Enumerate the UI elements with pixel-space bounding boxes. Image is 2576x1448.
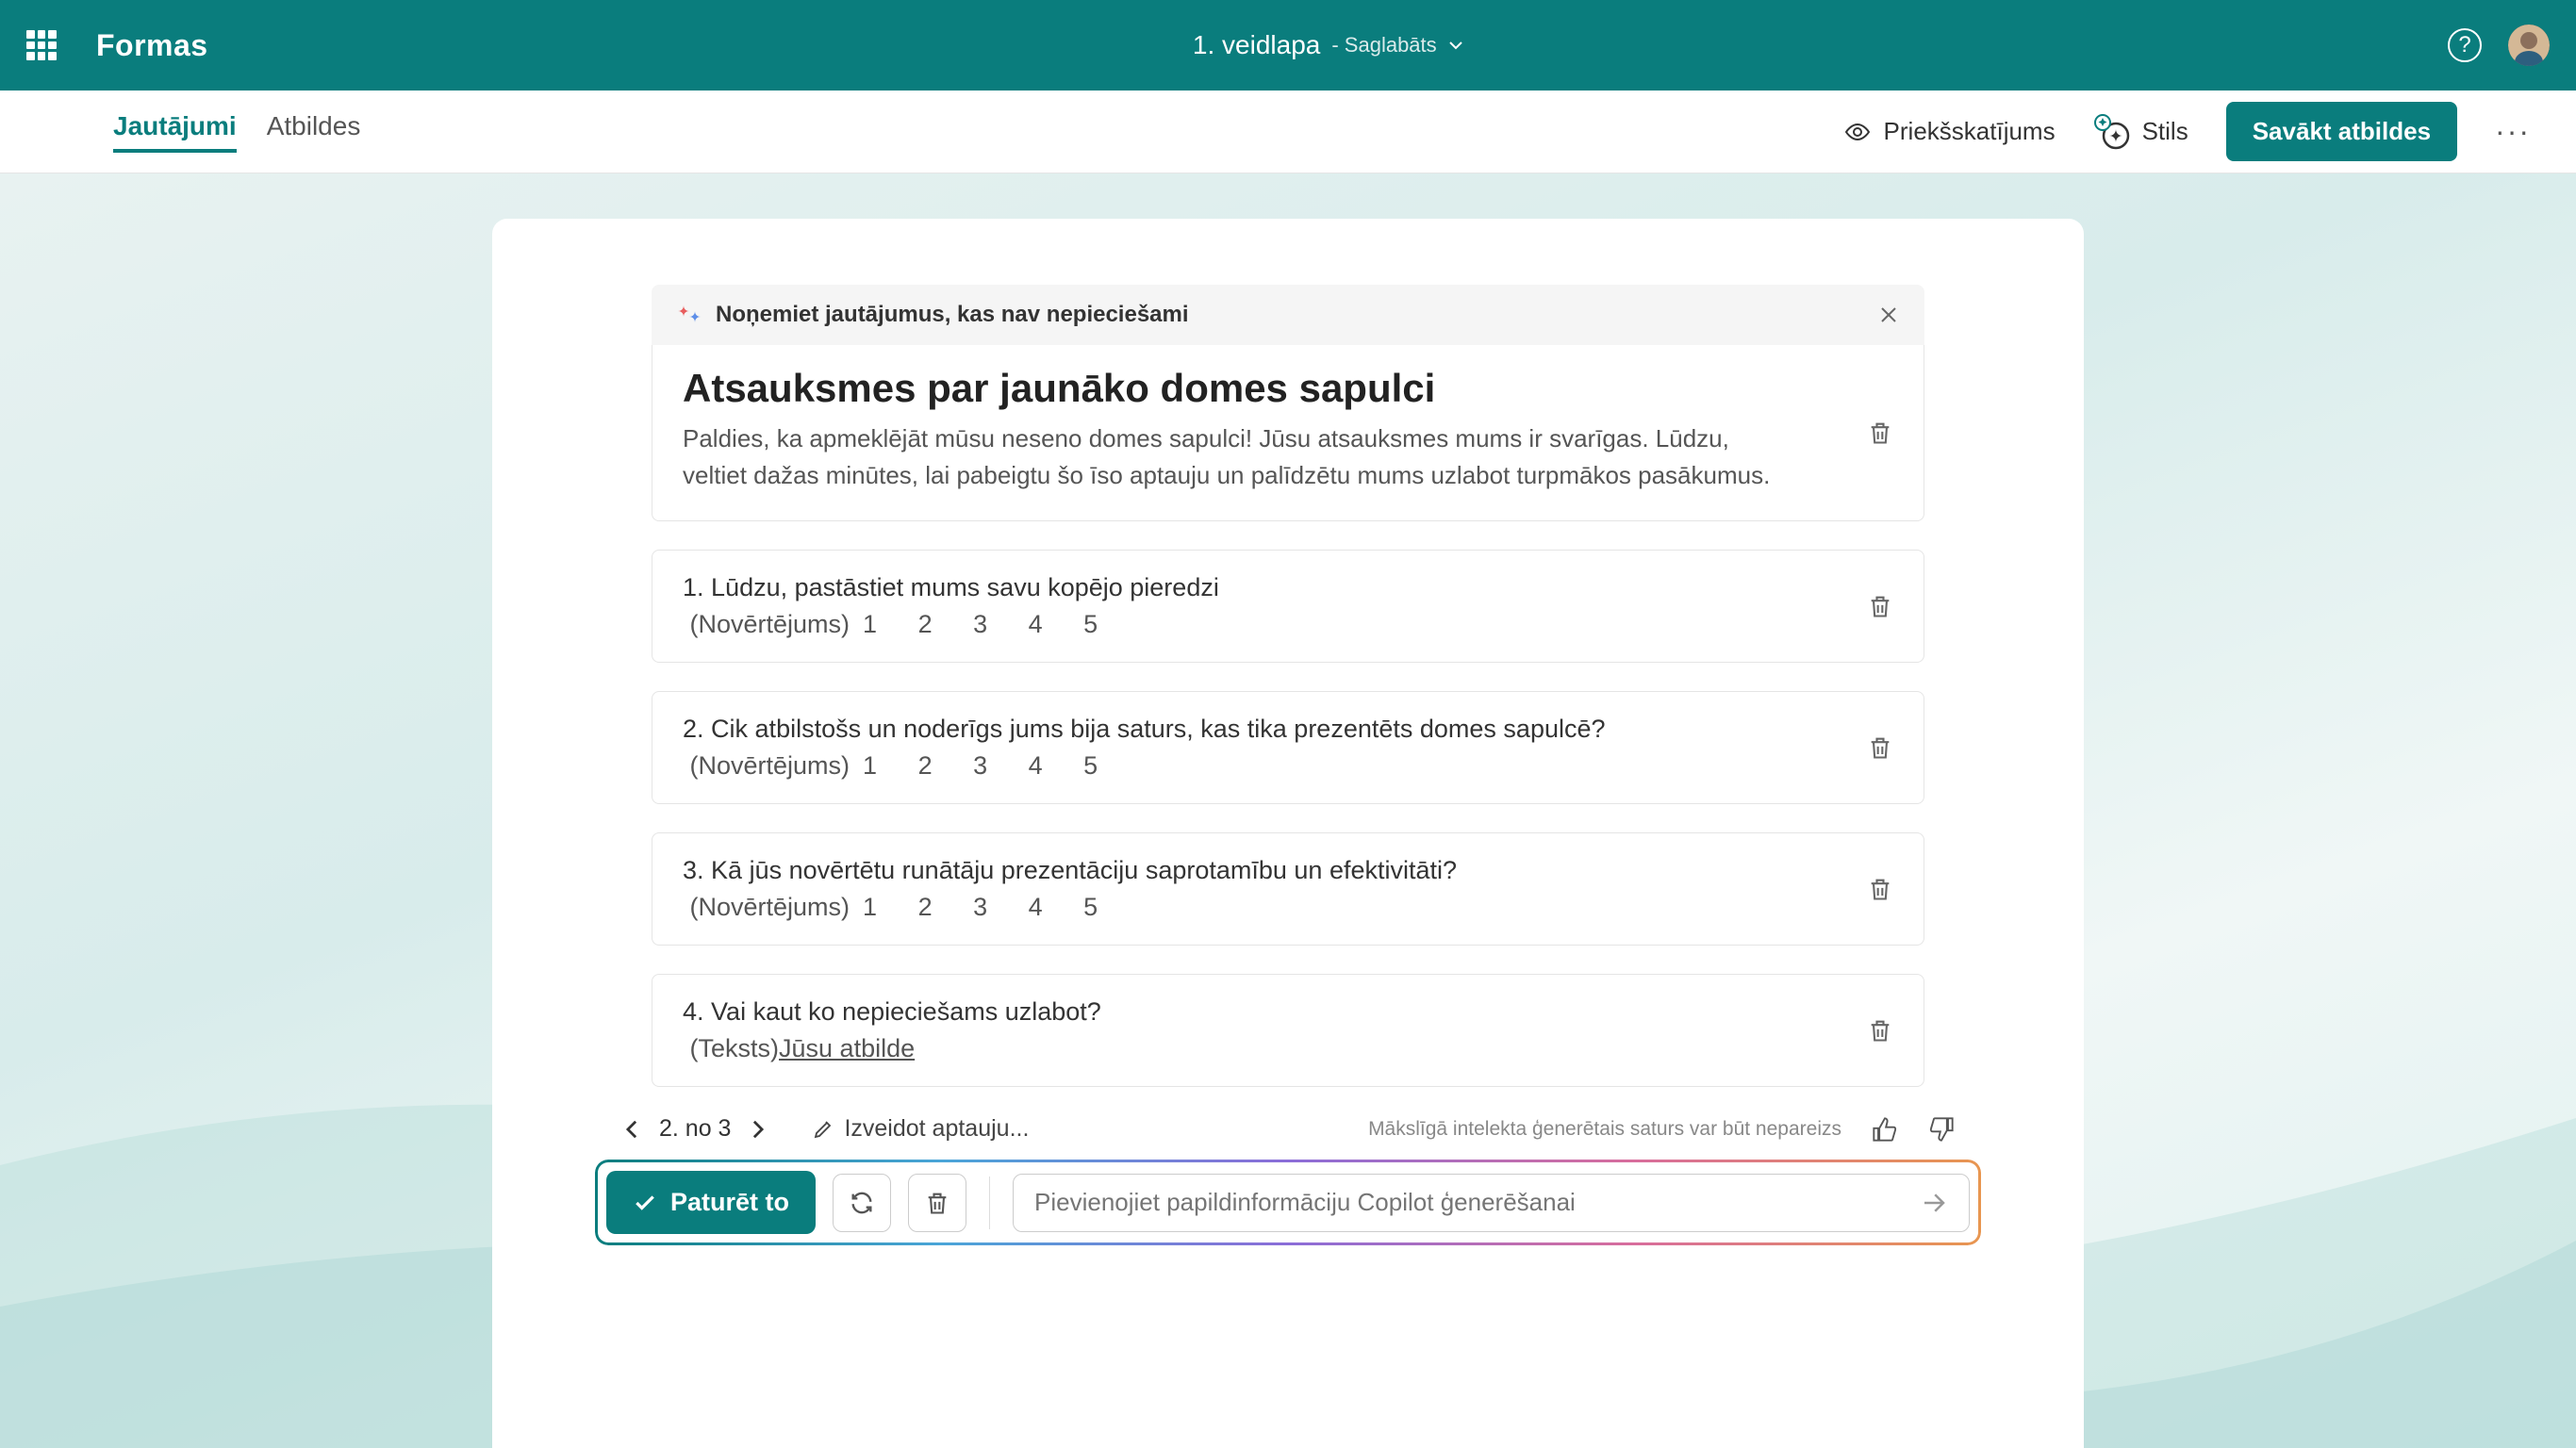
form-heading: Atsauksmes par jaunāko domes sapulci (683, 366, 1893, 411)
saved-status: - Saglabāts (1331, 33, 1436, 58)
question-meta: (Teksts)Jūsu atbilde (683, 1034, 1893, 1063)
tab-responses[interactable]: Atbildes (267, 111, 361, 153)
ai-message: Noņemiet jautājumus, kas nav nepieciešam… (716, 302, 1864, 328)
app-header: Formas 1. veidlapa - Saglabāts ? (0, 0, 2576, 90)
keep-label: Paturēt to (670, 1188, 789, 1217)
question-text: 4. Vai kaut ko nepieciešams uzlabot? (683, 997, 1893, 1027)
copilot-input[interactable] (1034, 1188, 1920, 1217)
question-card-1[interactable]: 1. Lūdzu, pastāstiet mums savu kopējo pi… (652, 550, 1924, 663)
question-card-3[interactable]: 3. Kā jūs novērtētu runātāju prezentācij… (652, 832, 1924, 946)
question-text: 3. Kā jūs novērtētu runātāju prezentācij… (683, 856, 1893, 885)
thumbs-down-icon[interactable] (1928, 1116, 1955, 1143)
form-description: Paldies, ka apmeklējāt mūsu neseno domes… (683, 420, 1795, 494)
question-card-4[interactable]: 4. Vai kaut ko nepieciešams uzlabot? (Te… (652, 974, 1924, 1087)
pager-row: 2. no 3 Izveidot aptauju... Mākslīgā int… (595, 1115, 1981, 1160)
preview-label: Priekšskatījums (1884, 117, 2056, 146)
close-icon[interactable] (1877, 304, 1900, 326)
question-text: 2. Cik atbilstošs un noderīgs jums bija … (683, 715, 1893, 744)
copilot-icon (676, 302, 702, 328)
preview-button[interactable]: Priekšskatījums (1842, 117, 2056, 147)
edit-survey-button[interactable]: Izveidot aptauju... (812, 1115, 1029, 1143)
toolbar: Jautājumi Atbildes Priekšskatījums Stils… (0, 90, 2576, 173)
question-meta: (Novērtējums)1 2 3 4 5 (683, 610, 1893, 639)
user-avatar[interactable] (2508, 25, 2550, 66)
form-card: Noņemiet jautājumus, kas nav nepieciešam… (492, 219, 2084, 1448)
style-label: Stils (2142, 117, 2188, 146)
question-meta: (Novērtējums)1 2 3 4 5 (683, 893, 1893, 922)
refresh-icon (849, 1190, 875, 1216)
question-text: 1. Lūdzu, pastāstiet mums savu kopējo pi… (683, 573, 1893, 602)
next-icon[interactable] (748, 1119, 768, 1140)
thumbs-up-icon[interactable] (1872, 1116, 1898, 1143)
trash-icon (924, 1190, 950, 1216)
ai-suggestion-bar: Noņemiet jautājumus, kas nav nepieciešam… (652, 285, 1924, 345)
pencil-icon (812, 1118, 834, 1141)
canvas-background: Noņemiet jautājumus, kas nav nepieciešam… (0, 173, 2576, 1448)
send-icon[interactable] (1920, 1189, 1948, 1217)
copilot-input-wrapper[interactable] (1013, 1174, 1970, 1232)
ai-disclaimer: Mākslīgā intelekta ģenerētais saturs var… (1368, 1118, 1841, 1141)
app-name: Formas (96, 28, 208, 63)
tabs: Jautājumi Atbildes (113, 111, 360, 153)
keep-button[interactable]: Paturēt to (606, 1171, 816, 1234)
form-header-section[interactable]: Atsauksmes par jaunāko domes sapulci Pal… (652, 345, 1924, 521)
divider (989, 1176, 990, 1229)
style-icon (2093, 113, 2131, 151)
eye-icon (1842, 117, 1873, 147)
delete-icon[interactable] (1867, 734, 1893, 761)
style-button[interactable]: Stils (2093, 113, 2188, 151)
discard-button[interactable] (908, 1174, 966, 1232)
delete-icon[interactable] (1867, 593, 1893, 619)
app-launcher-icon[interactable] (26, 30, 57, 60)
check-icon (633, 1191, 657, 1215)
action-row: Paturēt to (595, 1160, 1981, 1245)
question-meta: (Novērtējums)1 2 3 4 5 (683, 751, 1893, 781)
collect-responses-button[interactable]: Savākt atbildes (2226, 102, 2457, 161)
more-menu-icon[interactable]: ··· (2495, 114, 2531, 149)
pager-position: 2. no 3 (659, 1115, 731, 1143)
delete-icon[interactable] (1867, 876, 1893, 902)
chevron-down-icon[interactable] (1448, 38, 1463, 53)
prev-icon[interactable] (621, 1119, 642, 1140)
delete-icon[interactable] (1867, 1017, 1893, 1044)
help-icon[interactable]: ? (2448, 28, 2482, 62)
regenerate-button[interactable] (833, 1174, 891, 1232)
header-center: 1. veidlapa - Saglabāts (208, 30, 2448, 60)
form-title[interactable]: 1. veidlapa (1193, 30, 1320, 60)
edit-survey-label: Izveidot aptauju... (844, 1115, 1029, 1143)
tab-questions[interactable]: Jautājumi (113, 111, 237, 153)
question-card-2[interactable]: 2. Cik atbilstošs un noderīgs jums bija … (652, 691, 1924, 804)
delete-icon[interactable] (1867, 420, 1893, 446)
